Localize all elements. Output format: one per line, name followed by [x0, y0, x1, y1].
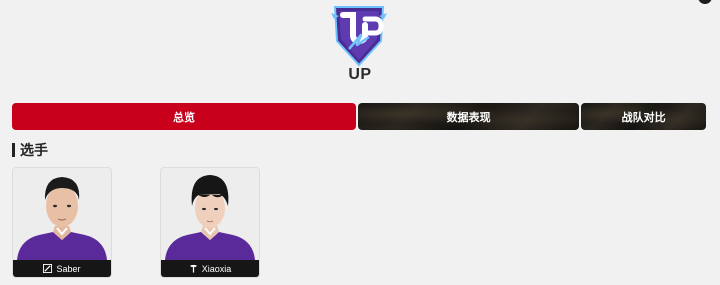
tab-team-comparison[interactable]: 战队对比 — [581, 103, 706, 130]
player-name: Xiaoxia — [201, 263, 232, 274]
player-card-saber[interactable]: Saber — [12, 167, 112, 278]
section-marker — [12, 143, 15, 157]
support-icon — [189, 264, 197, 273]
team-header: UP — [0, 0, 720, 96]
player-portrait — [161, 168, 259, 260]
tab-team-comparison-label: 战队对比 — [621, 111, 666, 124]
section-title: 选手 — [20, 142, 48, 158]
tab-bar: 总览 数据表现 战队对比 — [12, 103, 706, 130]
team-name: UP — [348, 66, 372, 83]
player-name-bar: Xiaoxia — [161, 260, 259, 277]
tab-data-performance-label: 数据表现 — [446, 111, 491, 124]
up-team-logo-icon — [331, 6, 387, 67]
tab-overview-label: 总览 — [173, 111, 195, 124]
player-name-bar: Saber — [13, 260, 111, 277]
solo-lane-icon — [43, 264, 53, 273]
player-name: Saber — [56, 263, 81, 274]
player-portrait — [13, 168, 111, 260]
tab-data-performance[interactable]: 数据表现 — [358, 103, 580, 130]
tab-overview[interactable]: 总览 — [12, 103, 356, 130]
section-header: 选手 — [12, 142, 48, 158]
player-card-xiaoxia[interactable]: Xiaoxia — [160, 167, 260, 278]
